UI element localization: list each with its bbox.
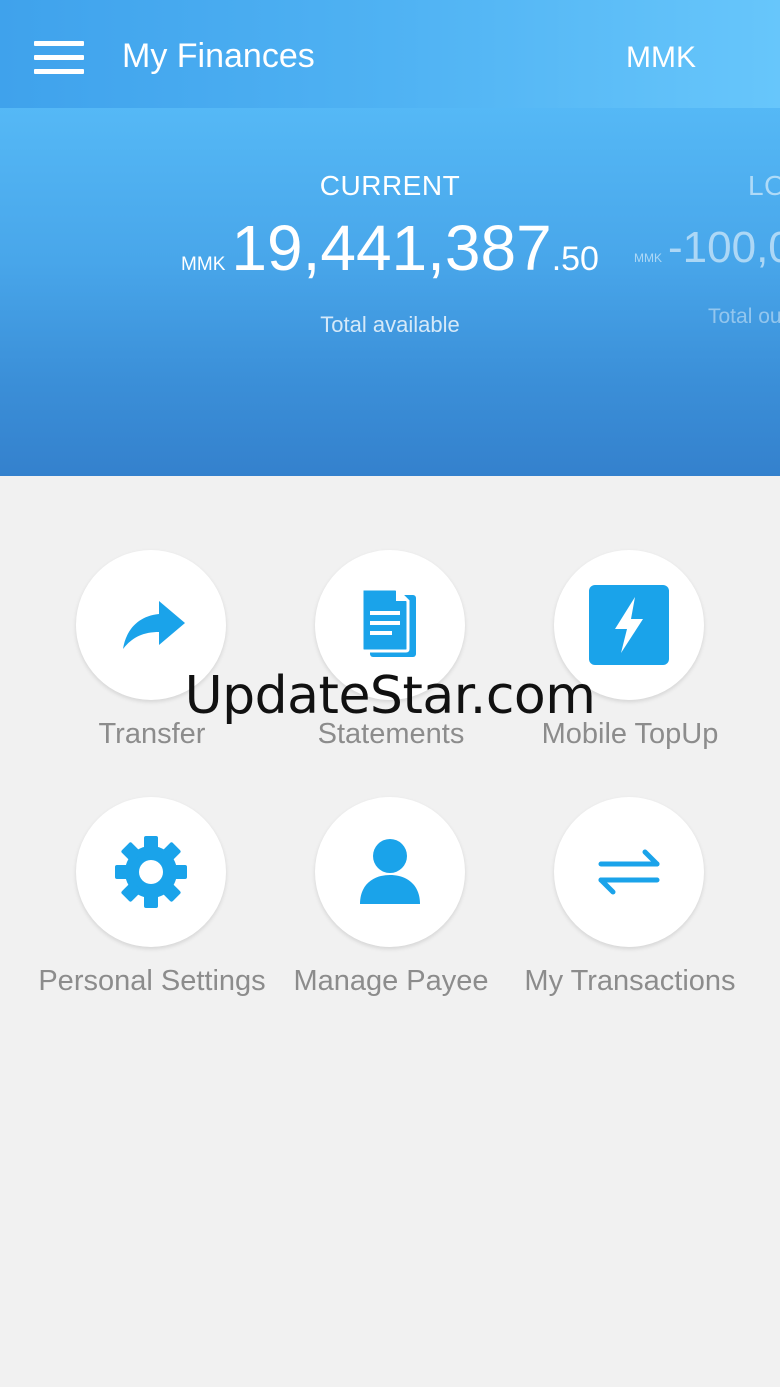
manage-payee-button[interactable]: Manage Payee: [271, 797, 511, 1017]
my-transactions-label: My Transactions: [524, 965, 736, 997]
personal-settings-button[interactable]: Personal Settings: [32, 797, 272, 1017]
balance-currency: MMK: [634, 251, 662, 265]
gear-icon: [115, 836, 187, 908]
account-card-loan[interactable]: LO MMK -100,0 Total ou: [634, 168, 780, 332]
balance-decimal: .50: [551, 240, 599, 278]
account-card-current[interactable]: CURRENT MMK19,441,387.50 Total available: [140, 168, 640, 340]
person-icon: [360, 839, 420, 904]
account-label: CURRENT: [319, 170, 461, 201]
watermark-text: UpdateStar.com: [184, 666, 596, 726]
account-label: LO: [748, 170, 780, 201]
manage-payee-label: Manage Payee: [293, 965, 489, 997]
balance-caption: Total available: [320, 312, 460, 337]
balance-header: My Finances MMK CURRENT MMK19,441,387.50…: [0, 0, 780, 476]
my-transactions-circle: [554, 797, 704, 947]
account-balance: MMK -100,0: [634, 212, 780, 294]
hamburger-menu-icon[interactable]: [30, 34, 88, 82]
manage-payee-circle: [315, 797, 465, 947]
share-arrow-icon: [123, 601, 185, 649]
page-title: My Finances: [122, 37, 315, 75]
lightning-icon: [589, 585, 669, 665]
document-icon: [360, 587, 416, 657]
my-transactions-button[interactable]: My Transactions: [510, 797, 750, 1017]
balance-currency: MMK: [181, 254, 226, 275]
currency-selector[interactable]: MMK: [626, 38, 696, 78]
personal-settings-label: Personal Settings: [38, 965, 266, 997]
balance-main: -100,0: [668, 223, 780, 272]
statements-button[interactable]: Statements: [271, 550, 511, 770]
transfer-button[interactable]: Transfer: [32, 550, 272, 770]
personal-settings-circle: [76, 797, 226, 947]
balance-main: 19,441,387: [231, 212, 552, 284]
swap-arrows-icon: [598, 849, 660, 895]
account-balance: MMK19,441,387.50: [140, 212, 640, 302]
balance-caption: Total ou: [708, 305, 780, 328]
mobile-topup-button[interactable]: Mobile TopUp: [510, 550, 750, 770]
